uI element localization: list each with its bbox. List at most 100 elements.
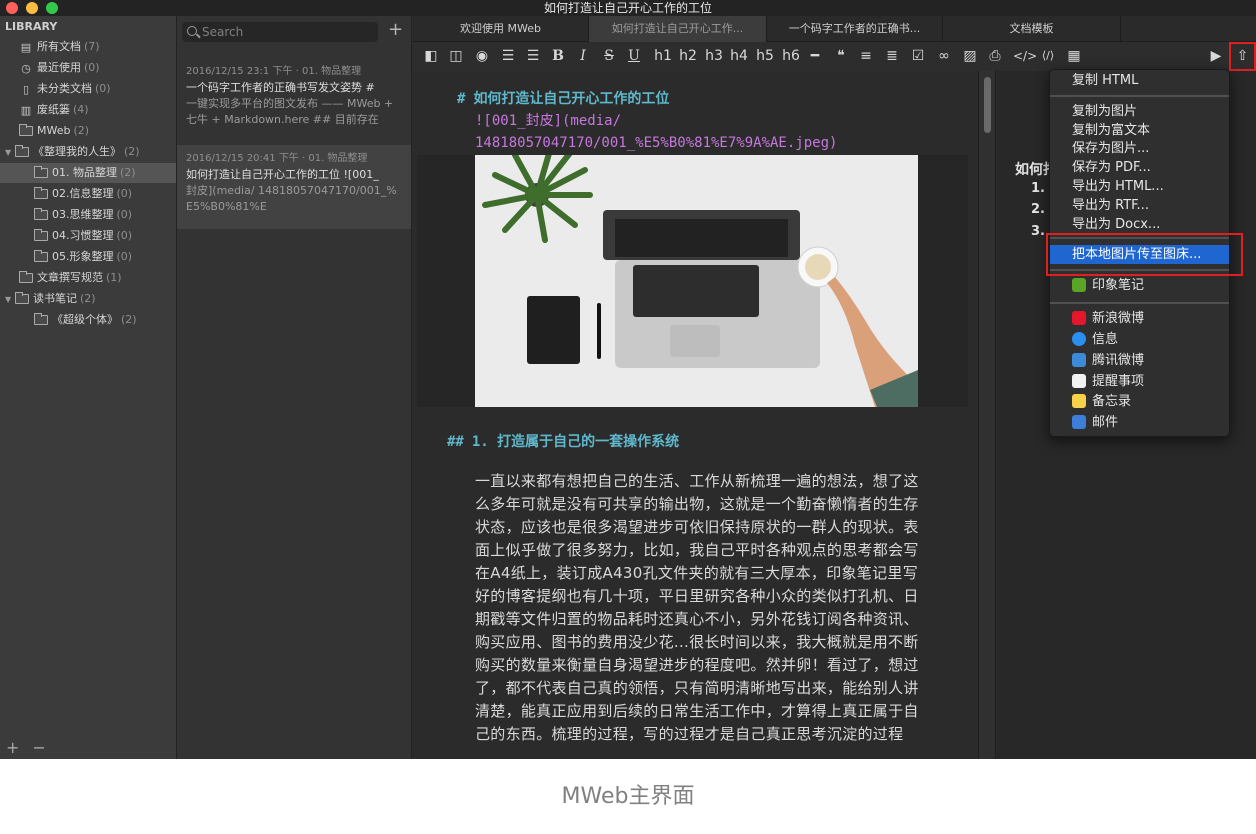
ordered-list-icon[interactable]: ≡ [858,47,874,65]
library-bottom-controls: + − [6,738,46,757]
trash-icon: ▥ [20,103,32,117]
code-icon[interactable]: </> [1013,47,1037,65]
italic-button[interactable]: I [576,47,590,65]
preview-toggle-icon[interactable]: ▶ [1208,47,1224,65]
tencent-weibo-icon [1072,352,1086,367]
menu-export-rtf[interactable]: 导出为 RTF... [1050,196,1229,215]
disclosure-triangle-icon[interactable]: ▼ [5,143,15,163]
tab-welcome[interactable]: 欢迎使用 MWeb [413,16,589,42]
close-window-button[interactable] [6,2,18,14]
editor-scrollbar[interactable] [978,71,996,759]
indent-icon[interactable]: ☰ [499,47,517,65]
pen-shape [597,303,601,359]
menu-separator [1050,95,1229,97]
menu-save-as-image[interactable]: 保存为图片... [1050,139,1229,158]
window-title: 如何打造让自己开心工作的工位 [543,1,712,15]
library-item-all-docs[interactable]: ▤ 所有文档 (7) [0,37,176,57]
scrollbar-thumb[interactable] [984,77,991,133]
upload-image-icon[interactable]: ⎙ [987,47,1003,65]
share-button[interactable]: ⇧ [1229,42,1256,71]
split-view-icon[interactable]: ◫ [447,47,465,65]
quote-icon[interactable]: ❝ [833,47,849,65]
library-item-super-individual[interactable]: 《超级个体》 (2) [0,310,176,330]
disclosure-triangle-icon[interactable]: ▼ [5,290,15,310]
document-list-item[interactable]: 2016/12/15 20:41 下午 · 01. 物品整理 如何打造让自己开心… [177,145,411,229]
add-document-button[interactable]: + [388,20,403,40]
library-item-trash[interactable]: ▥ 废纸篓 (4) [0,100,176,120]
image-icon[interactable]: ▨ [961,47,979,65]
outdent-icon[interactable]: ☰ [524,47,542,65]
underline-button[interactable]: U [626,47,642,65]
library-item-recent[interactable]: ◷ 最近使用 (0) [0,58,176,78]
menu-export-html[interactable]: 导出为 HTML... [1050,177,1229,196]
task-list-icon[interactable]: ☑ [910,47,926,65]
library-item-mweb[interactable]: MWeb (2) [0,121,176,141]
h1-button[interactable]: h1 [653,47,673,65]
menu-weibo[interactable]: 新浪微博 [1050,309,1229,328]
library-item-items-organize[interactable]: 01. 物品整理 (2) [0,163,176,183]
mail-icon [1072,414,1086,429]
bold-button[interactable]: B [550,47,566,65]
preview-eye-icon[interactable]: ◉ [473,47,491,65]
library-item-image-organize[interactable]: 05.形象整理 (0) [0,247,176,267]
library-item-habit-organize[interactable]: 04.习惯整理 (0) [0,226,176,246]
annotation-highlight-box [1046,233,1243,276]
folder-icon [34,229,48,241]
tab-doc-template[interactable]: 文档模板 [943,16,1121,42]
messages-icon [1072,331,1086,346]
preview-list-number: 1. [1031,181,1045,196]
menu-copy-as-image[interactable]: 复制为图片 [1050,102,1229,121]
minimize-window-button[interactable] [26,2,38,14]
library-item-unsorted[interactable]: ▯ 未分类文档 (0) [0,79,176,99]
menu-mail[interactable]: 邮件 [1050,413,1229,432]
library-item-writing-spec[interactable]: 文章撰写规范 (1) [0,268,176,288]
menu-messages[interactable]: 信息 [1050,330,1229,349]
menu-export-docx[interactable]: 导出为 Docx... [1050,215,1229,234]
menu-save-as-pdf[interactable]: 保存为 PDF... [1050,158,1229,177]
code-block-icon[interactable]: ⟨/⟩ [1039,47,1057,65]
editor-heading-2: ## 1. 打造属于自己的一套操作系统 [447,434,680,450]
editor-toolbar: ◧ ◫ ◉ ☰ ☰ B I S U h1 h2 h3 h4 h5 h6 ━ ❝ … [413,42,1256,71]
add-folder-button[interactable]: + [6,738,19,757]
library-item-thinking-organize[interactable]: 03.思维整理 (0) [0,205,176,225]
folder-icon [15,292,29,304]
search-input[interactable]: Search [182,22,378,42]
weibo-icon [1072,310,1086,325]
menu-reminders[interactable]: 提醒事项 [1050,372,1229,391]
tab-writer-article[interactable]: 一个码字工作者的正确书... [767,16,943,42]
menu-copy-as-rich-text[interactable]: 复制为富文本 [1050,121,1229,140]
folder-icon [34,208,48,220]
h2-button[interactable]: h2 [678,47,698,65]
h3-button[interactable]: h3 [704,47,724,65]
menu-notes[interactable]: 备忘录 [1050,392,1229,411]
document-list-item[interactable]: 2016/12/15 23:1 下午 · 01. 物品整理 一个码字工作者的正确… [177,58,411,142]
link-icon[interactable]: ∞ [935,47,953,65]
h6-button[interactable]: h6 [781,47,801,65]
menu-evernote[interactable]: 印象笔记 [1050,276,1229,295]
preview-list-number: 2. [1031,202,1045,217]
library-item-reading-notes[interactable]: ▼ 读书笔记 (2) [0,289,176,309]
tab-workspace-article[interactable]: 如何打造让自己开心工作... [589,16,767,42]
editor-paragraph: 一直以来都有想把自己的生活、工作从新梳理一遍的想法，想了这么多年可就是没有可共享… [475,472,919,743]
folder-icon [34,250,48,262]
notes-icon [1072,393,1086,408]
cover-image [475,155,918,407]
toggle-sidebar-icon[interactable]: ◧ [423,47,439,65]
strikethrough-button[interactable]: S [601,47,617,65]
table-icon[interactable]: ▦ [1065,47,1083,65]
markdown-editor[interactable]: # 如何打造让自己开心工作的工位 ![001_封皮](media/ 1481805… [413,71,978,759]
library-item-organize-life[interactable]: ▼ 《整理我的人生》 (2) [0,142,176,162]
horizontal-rule-icon[interactable]: ━ [807,47,823,65]
remove-folder-button[interactable]: − [33,738,46,757]
tab-bar: 欢迎使用 MWeb 如何打造让自己开心工作... 一个码字工作者的正确书... … [413,16,1256,42]
h5-button[interactable]: h5 [755,47,775,65]
menu-tencent-weibo[interactable]: 腾讯微博 [1050,351,1229,370]
unsorted-icon: ▯ [22,82,30,96]
notebook-shape [527,296,580,364]
library-item-info-organize[interactable]: 02.信息整理 (0) [0,184,176,204]
h4-button[interactable]: h4 [729,47,749,65]
unordered-list-icon[interactable]: ≣ [884,47,900,65]
folder-icon [19,271,33,283]
zoom-window-button[interactable] [46,2,58,14]
menu-copy-html[interactable]: 复制 HTML [1050,71,1229,90]
